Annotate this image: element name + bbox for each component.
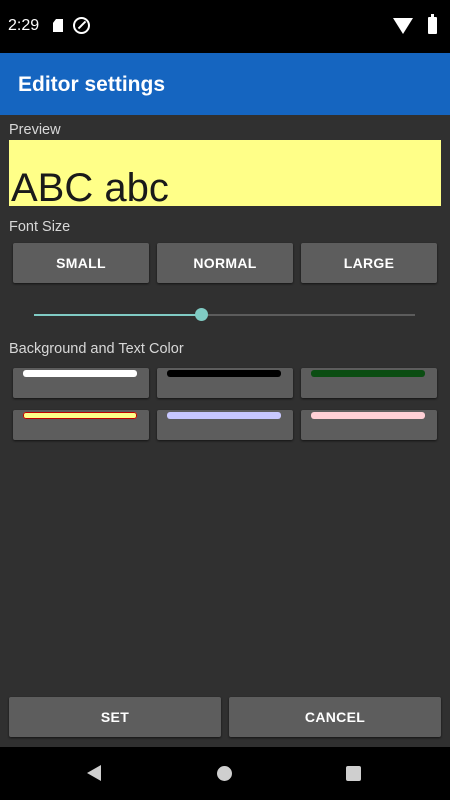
status-time: 2:29	[8, 17, 40, 34]
color-option-pink[interactable]	[301, 410, 437, 440]
color-swatch	[167, 412, 281, 419]
battery-icon	[428, 14, 437, 34]
status-bar: 2:29	[0, 0, 450, 53]
preview-sample-text: ABC abc	[11, 166, 169, 206]
color-option-black[interactable]	[157, 368, 293, 398]
preview-box: ABC abc	[9, 140, 441, 206]
recent-apps-icon[interactable]	[346, 766, 361, 781]
home-icon[interactable]	[217, 766, 232, 781]
wifi-icon	[393, 18, 413, 34]
font-size-label: Font Size	[9, 219, 71, 235]
color-option-yellow[interactable]	[13, 410, 149, 440]
color-option-white[interactable]	[13, 368, 149, 398]
color-swatch	[23, 412, 137, 419]
preview-label: Preview	[9, 122, 61, 138]
cancel-button[interactable]: CANCEL	[229, 697, 441, 737]
sd-card-icon	[53, 19, 63, 32]
slider-thumb[interactable]	[194, 308, 208, 321]
font-size-large-button[interactable]: LARGE	[301, 243, 437, 283]
font-size-small-button[interactable]: SMALL	[13, 243, 149, 283]
color-option-lavender[interactable]	[157, 410, 293, 440]
slider-fill	[34, 314, 202, 316]
app-bar: Editor settings	[0, 53, 450, 115]
color-option-dark-green[interactable]	[301, 368, 437, 398]
back-icon[interactable]	[87, 765, 101, 781]
color-section-label: Background and Text Color	[9, 341, 184, 357]
page-title: Editor settings	[18, 73, 166, 96]
font-size-normal-button[interactable]: NORMAL	[157, 243, 293, 283]
color-swatch	[311, 412, 425, 419]
color-swatch	[167, 370, 281, 377]
color-swatch	[311, 370, 425, 377]
sync-off-icon	[73, 17, 90, 34]
color-swatch	[23, 370, 137, 377]
set-button[interactable]: SET	[9, 697, 221, 737]
font-size-slider[interactable]	[34, 307, 415, 323]
